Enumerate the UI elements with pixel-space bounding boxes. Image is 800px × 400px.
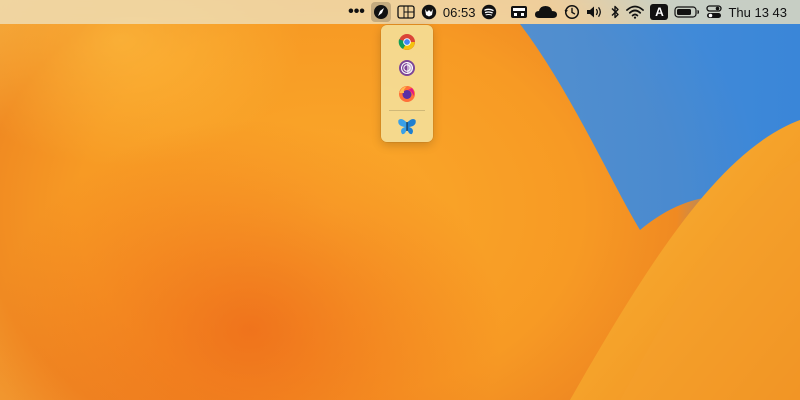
keyboard-input-icon[interactable]: A: [650, 2, 669, 22]
menubar-date-time[interactable]: Thu 13 43: [728, 2, 787, 22]
menu-app-icon[interactable]: [510, 2, 528, 22]
spotify-icon[interactable]: [481, 2, 497, 22]
volume-icon[interactable]: [586, 2, 604, 22]
battery-icon[interactable]: [674, 2, 700, 22]
more-dots-icon[interactable]: •••: [348, 2, 365, 22]
tor-browser-icon[interactable]: [394, 55, 420, 81]
dropdown-separator: [389, 110, 425, 111]
menu-bar: ••• 06:53 A Thu 13 43: [0, 0, 800, 24]
wolf-app-icon[interactable]: [421, 2, 437, 22]
menubar-clock[interactable]: 06:53: [443, 2, 476, 22]
chrome-icon[interactable]: [394, 29, 420, 55]
input-source-label: A: [650, 4, 669, 20]
grid-app-icon[interactable]: [397, 2, 415, 22]
bluetooth-icon[interactable]: [610, 2, 620, 22]
control-center-icon[interactable]: [706, 2, 723, 22]
cloud-icon[interactable]: [534, 2, 558, 22]
wifi-icon[interactable]: [626, 2, 645, 22]
butterfly-app-icon[interactable]: [394, 114, 420, 140]
firefox-icon[interactable]: [394, 81, 420, 107]
safari-compass-icon[interactable]: [370, 2, 391, 22]
hidden-icons-dropdown: [381, 25, 433, 142]
time-machine-icon[interactable]: [564, 2, 580, 22]
